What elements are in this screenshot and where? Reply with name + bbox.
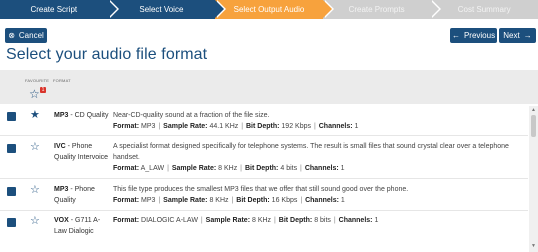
favourite-star-empty-icon[interactable]: ☆ [30, 216, 40, 227]
format-description: A specialist format designed specificall… [113, 143, 509, 161]
page-title: Select your audio file format [6, 46, 208, 63]
scroll-up-icon[interactable]: ▲ [530, 107, 537, 114]
next-label: Next [503, 31, 520, 40]
column-header-format: FORMAT [53, 78, 71, 83]
table-row[interactable]: ☆ VOX - G711 A-Law Dialogic Format: DIAL… [0, 211, 528, 252]
arrow-left-icon: ← [451, 30, 460, 40]
column-header-favourite: FAVOURITE [25, 78, 50, 83]
row-checkbox[interactable] [7, 112, 16, 121]
next-button[interactable]: Next → [499, 28, 536, 43]
format-specs: Format: MP3 | Sample Rate: 44.1 KHz | Bi… [113, 123, 359, 130]
wizard-steps: Create Script Select Voice Select Output… [0, 0, 538, 19]
step-select-voice[interactable]: Select Voice [107, 0, 227, 19]
table-header: FAVOURITE FORMAT ☆ 1 [0, 70, 538, 104]
format-description: Near-CD-quality sound at a fraction of t… [113, 112, 270, 119]
step-create-script[interactable]: Create Script [0, 0, 119, 19]
favourite-star-filled-icon[interactable]: ★ [30, 110, 40, 121]
cancel-button[interactable]: ⊗ Cancel [5, 28, 47, 43]
circle-x-icon: ⊗ [8, 30, 15, 40]
format-list: ★ MP3 - CD Quality Near-CD-quality sound… [0, 104, 528, 252]
format-specs: Format: DIALOGIC A-LAW | Sample Rate: 8 … [113, 217, 379, 224]
favourite-star-empty-icon[interactable]: ☆ [30, 185, 40, 196]
format-specs: Format: A_LAW | Sample Rate: 8 KHz | Bit… [113, 165, 345, 172]
format-description: This file type produces the smallest MP3… [113, 186, 409, 193]
step-create-prompts[interactable]: Create Prompts [322, 0, 442, 19]
row-checkbox[interactable] [7, 187, 16, 196]
table-row[interactable]: ☆ IVC - Phone Quality Intervoice A speci… [0, 136, 528, 179]
previous-label: Previous [463, 31, 496, 40]
favourite-filter-star-icon[interactable]: ☆ [29, 88, 40, 100]
favourite-star-empty-icon[interactable]: ☆ [30, 142, 40, 153]
format-name: IVC - Phone Quality Intervoice [54, 143, 109, 161]
arrow-right-icon: → [523, 30, 532, 40]
format-name: MP3 - Phone Quality [54, 186, 95, 204]
previous-button[interactable]: ← Previous [450, 28, 497, 43]
table-row[interactable]: ☆ MP3 - Phone Quality This file type pro… [0, 179, 528, 211]
row-checkbox[interactable] [7, 144, 16, 153]
favourite-count-badge: 1 [40, 87, 46, 93]
scroll-thumb[interactable] [531, 115, 536, 137]
format-name: VOX - G711 A-Law Dialogic [54, 217, 101, 235]
cancel-label: Cancel [18, 31, 44, 40]
step-select-output-audio[interactable]: Select Output Audio [215, 0, 334, 19]
scroll-down-icon[interactable]: ▼ [530, 243, 537, 250]
scrollbar[interactable]: ▲ ▼ [529, 106, 538, 252]
format-name: MP3 - CD Quality [54, 112, 109, 119]
table-row[interactable]: ★ MP3 - CD Quality Near-CD-quality sound… [0, 104, 528, 136]
toolbar: ⊗ Cancel ← Previous Next → [0, 19, 538, 44]
format-specs: Format: MP3 | Sample Rate: 8 KHz | Bit D… [113, 197, 345, 204]
row-checkbox[interactable] [7, 218, 16, 227]
step-cost-summary[interactable]: Cost Summary [430, 0, 538, 19]
